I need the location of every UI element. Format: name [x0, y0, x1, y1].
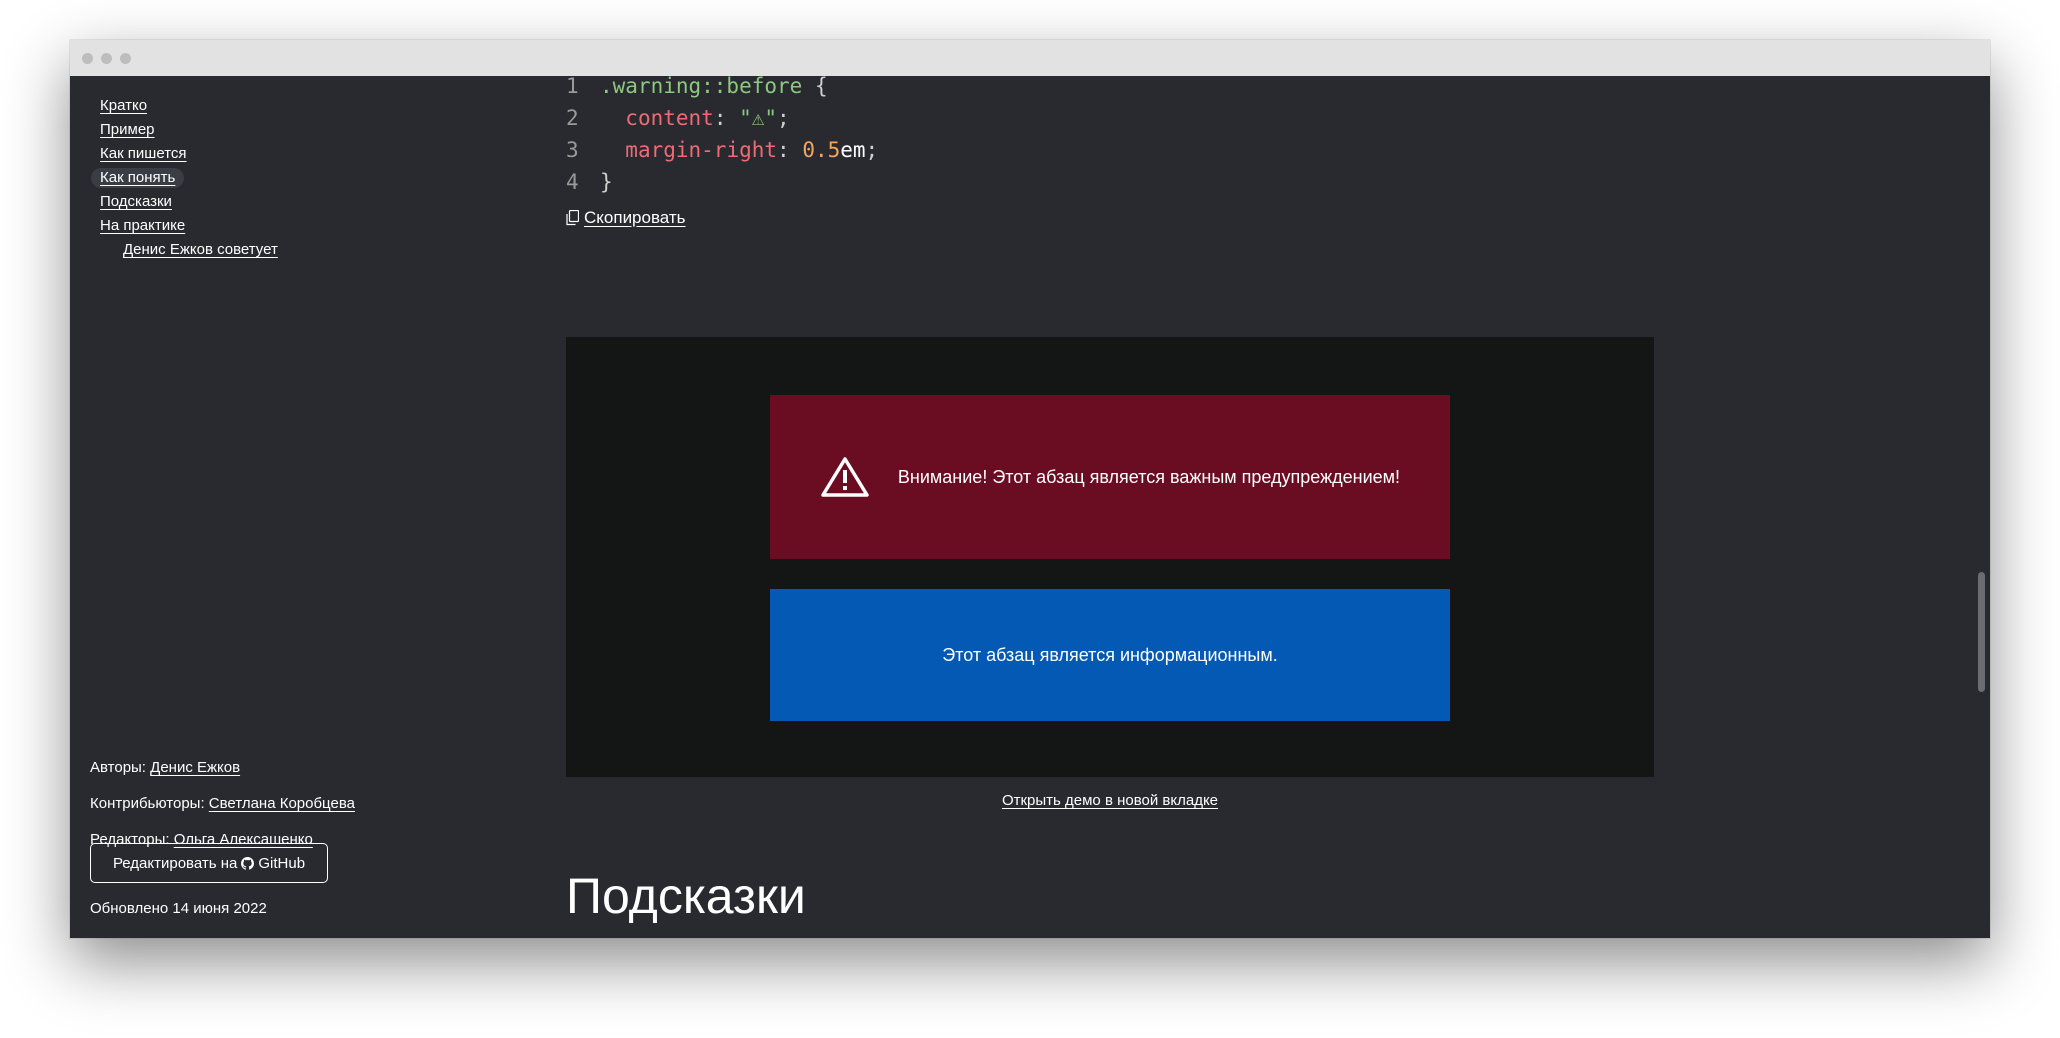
contributors-line: Контрибьюторы: Светлана Коробцева: [90, 795, 355, 812]
info-paragraph: Этот абзац является информационным.: [770, 589, 1450, 721]
css-unit: em: [840, 138, 866, 162]
authors-line: Авторы: Денис Ежков: [90, 759, 240, 776]
toc-item-na-praktike[interactable]: На практике: [100, 216, 185, 236]
line-number: 2: [566, 106, 579, 130]
code-block: 1 .warning::before { 2 content: "⚠"; 3 ma…: [566, 76, 878, 198]
github-label: GitHub: [258, 854, 306, 872]
line-number: 3: [566, 138, 579, 162]
code-line: 1 .warning::before {: [566, 76, 878, 102]
css-property: content: [625, 106, 714, 130]
authors-label: Авторы:: [90, 759, 146, 776]
demo-frame: Внимание! Этот абзац является важным пре…: [566, 337, 1654, 777]
info-text: Этот абзац является информационным.: [942, 644, 1278, 665]
toc-item-kak-ponyat[interactable]: Как понять: [91, 168, 185, 188]
window-maximize-dot[interactable]: [120, 53, 131, 64]
window-close-dot[interactable]: [82, 53, 93, 64]
warning-text: Внимание! Этот абзац является важным пре…: [897, 466, 1401, 487]
edit-on-github-button[interactable]: Редактировать на GitHub: [90, 843, 328, 883]
copy-label: Скопировать: [584, 208, 686, 227]
toc-item-kratko[interactable]: Кратко: [100, 96, 147, 116]
edit-button-label: Редактировать на: [112, 854, 238, 872]
page-content: Кратко Пример Как пишется Как понять Под…: [70, 76, 1990, 938]
css-string-value: "⚠": [739, 106, 778, 130]
warning-paragraph: Внимание! Этот абзац является важным пре…: [770, 395, 1450, 559]
code-line: 4}: [566, 166, 878, 198]
window-titlebar: [70, 40, 1990, 76]
line-number: 1: [566, 76, 579, 98]
code-punctuation: {: [802, 76, 828, 98]
browser-window: Кратко Пример Как пишется Как понять Под…: [70, 40, 1990, 938]
css-selector: .warning::before: [600, 76, 803, 98]
section-heading: Подсказки: [566, 868, 806, 924]
scrollbar-thumb[interactable]: [1978, 572, 1985, 692]
code-punctuation: ;: [865, 138, 879, 162]
warning-icon: [821, 457, 869, 497]
open-demo-link[interactable]: Открыть демо в новой вкладке: [1002, 792, 1218, 809]
copy-code-button[interactable]: Скопировать: [566, 208, 686, 228]
toc-item-podskazki[interactable]: Подсказки: [100, 192, 172, 212]
copy-icon: [566, 210, 579, 226]
toc-item-kak-pishetsya[interactable]: Как пишется: [100, 144, 187, 164]
github-icon: [241, 856, 255, 870]
code-punctuation: }: [600, 170, 613, 194]
code-line: 2 content: "⚠";: [566, 102, 878, 134]
window-minimize-dot[interactable]: [101, 53, 112, 64]
author-link[interactable]: Денис Ежков: [150, 759, 240, 776]
code-punctuation: ;: [777, 106, 790, 130]
toc-item-primer[interactable]: Пример: [100, 120, 155, 140]
toc-item-denis-ezhkov[interactable]: Денис Ежков советует: [123, 240, 278, 260]
css-number: 0.5: [802, 138, 841, 162]
updated-date: Обновлено 14 июня 2022: [90, 900, 267, 917]
contributor-link[interactable]: Светлана Коробцева: [209, 795, 355, 812]
css-property: margin-right: [625, 138, 778, 162]
contributors-label: Контрибьюторы:: [90, 795, 205, 812]
open-demo-link-wrap: Открыть демо в новой вкладке: [566, 792, 1654, 809]
code-line: 3 margin-right: 0.5em;: [566, 134, 878, 166]
line-number: 4: [566, 170, 579, 194]
